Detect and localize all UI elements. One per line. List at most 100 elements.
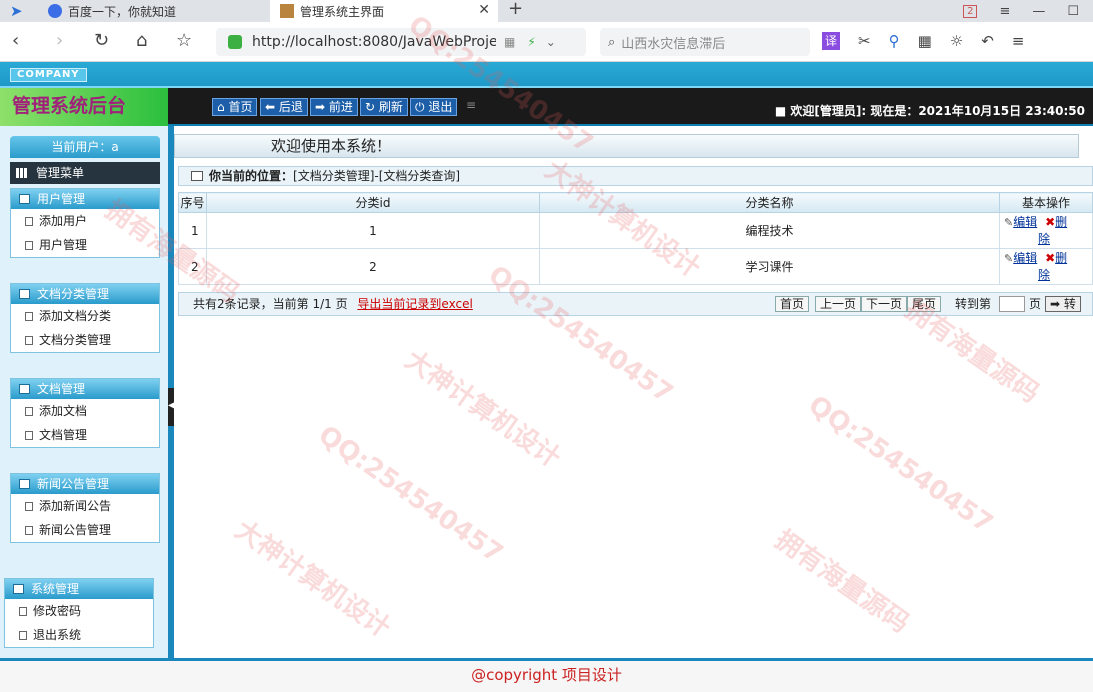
sidebar-item-label: 添加文档 [39,404,88,418]
edit-icon: ✎ [1004,252,1014,265]
bookmark-star-icon[interactable]: ☆ [176,31,192,51]
maximize-icon[interactable]: ☐ [1067,4,1079,19]
welcome-banner: 欢迎使用本系统！ [174,134,1079,158]
brightness-icon[interactable]: ☼ [950,32,963,50]
book-icon [19,479,30,489]
qr-code-icon[interactable]: ▦ [504,35,515,49]
tab-baidu[interactable]: 百度一下，你就知道 [48,0,268,22]
goto-label: 转到第 [955,297,992,311]
last-page-button[interactable]: 尾页 [907,296,942,312]
minimize-icon[interactable]: — [1032,4,1045,19]
separator-icon: ≡ [466,98,477,112]
column-header-index: 序号 [178,192,207,213]
menu-group-news: 新闻公告管理 添加新闻公告 新闻公告管理 [10,473,160,543]
welcome-text: ■ 欢迎[管理员]: 现在是：2021年10月15日 23:40:50 [774,104,1085,118]
window-controls: 2 ≡ — ☐ [963,0,1093,22]
sidebar-item-exit-system[interactable]: 退出系统 [5,623,153,647]
sidebar-item-user-management[interactable]: 用户管理 [11,233,159,257]
copyright-text: @copyright 项目设计 [471,666,622,684]
edit-link[interactable]: 编辑 [1013,215,1037,229]
url-text: http://localhost:8080/JavaWebProje [252,34,496,50]
edit-link[interactable]: 编辑 [1013,251,1037,265]
export-excel-link[interactable]: 导出当前记录到excel [357,297,472,311]
sidebar-item-label: 文档管理 [39,428,88,442]
reload-icon[interactable]: ↻ [94,31,109,51]
undo-icon[interactable]: ↶ [981,32,994,50]
back-icon[interactable]: ‹ [12,31,19,51]
chevron-down-icon[interactable]: ⌄ [546,35,556,49]
delete-link[interactable]: 删 [1055,251,1067,265]
forward-icon[interactable]: › [56,31,63,51]
table-row: 2 2 学习课件 ✎编辑 ✖删 除 [178,248,1093,285]
prev-page-button[interactable]: 上一页 [815,296,862,312]
menu-icon[interactable]: ≡ [1012,32,1025,50]
sidebar-item-news-management[interactable]: 新闻公告管理 [11,518,159,542]
back-button[interactable]: ⬅ 后退 [260,98,308,116]
close-tab-icon[interactable]: ✕ [478,2,490,18]
menu-group-title: 用户管理 [37,192,86,206]
menu-icon[interactable]: ≡ [999,4,1010,19]
book-icon [13,584,24,594]
sidebar-item-label: 退出系统 [33,628,82,642]
delete-link-wrap[interactable]: 除 [1038,268,1050,282]
menu-title: 管理菜单 [36,166,85,180]
lightning-icon[interactable]: ⚡ [527,35,535,49]
search-input[interactable]: ⌕ 山西水灾信息滞后 [600,28,810,56]
search-tool-icon[interactable]: ⚲ [889,32,900,50]
page-icon [25,526,33,535]
tab-count-badge[interactable]: 2 [963,4,978,18]
sidebar-item-doc-category-management[interactable]: 文档分类管理 [11,328,159,352]
cell-id: 1 [206,212,540,249]
translate-icon[interactable]: 译 [822,32,841,50]
menu-group-header[interactable]: 文档管理 [11,379,159,399]
tab-admin[interactable]: 管理系统主界面 ✕ [270,0,498,22]
new-tab-icon[interactable]: + [508,0,523,19]
go-button[interactable]: ➡ 转 [1045,296,1081,312]
current-user-bar: 当前用户：a [10,136,160,158]
sidebar-item-document-management[interactable]: 文档管理 [11,423,159,447]
tab-title: 管理系统主界面 [300,4,385,19]
menu-group-doc-category: 文档分类管理 添加文档分类 文档分类管理 [10,283,160,353]
page-suffix: 页 [1029,297,1042,311]
menu-group-users: 用户管理 添加用户 用户管理 [10,188,160,258]
menu-header: 管理菜单 [10,162,160,184]
home-button[interactable]: ⌂ 首页 [212,98,258,116]
delete-link[interactable]: 删 [1055,215,1067,229]
apps-grid-icon[interactable]: ▦ [918,32,932,50]
menu-group-header[interactable]: 用户管理 [11,189,159,209]
sidebar-item-add-news[interactable]: 添加新闻公告 [11,494,159,518]
next-page-button[interactable]: 下一页 [861,296,908,312]
logout-button[interactable]: ⏻ 退出 [410,98,458,116]
column-header-id: 分类id [206,192,540,213]
scissors-icon[interactable]: ✂ [858,32,871,50]
cell-index: 1 [178,212,207,249]
page-icon [25,502,33,511]
cell-id: 2 [206,248,540,285]
menu-group-system: 系统管理 修改密码 退出系统 [4,578,154,648]
refresh-button[interactable]: ↻ 刷新 [360,98,408,116]
sidebar-item-add-document[interactable]: 添加文档 [11,399,159,423]
forward-button[interactable]: ➡ 前进 [310,98,358,116]
sidebar-item-label: 添加新闻公告 [39,499,112,513]
home-icon[interactable]: ⌂ [136,31,147,51]
baidu-favicon-icon [48,4,62,18]
pager-summary: 共有2条记录，当前第 1/1 页 [193,297,348,311]
sidebar-item-add-doc-category[interactable]: 添加文档分类 [11,304,159,328]
sidebar-item-label: 用户管理 [39,238,88,252]
page-icon [25,217,33,226]
menu-group-header[interactable]: 系统管理 [5,579,153,599]
browser-logo-icon: ➤ [10,2,23,20]
tab-title: 百度一下，你就知道 [68,4,177,19]
sidebar-item-change-password[interactable]: 修改密码 [5,599,153,623]
menu-group-header[interactable]: 文档分类管理 [11,284,159,304]
first-page-button[interactable]: 首页 [775,296,810,312]
pager: 共有2条记录，当前第 1/1 页 导出当前记录到excel 首页 上一页 下一页… [178,292,1093,316]
page-number-input[interactable] [999,296,1025,312]
cell-actions: ✎编辑 ✖删 除 [999,212,1093,249]
sidebar-item-add-user[interactable]: 添加用户 [11,209,159,233]
search-placeholder: 山西水灾信息滞后 [621,36,726,52]
delete-link-wrap[interactable]: 除 [1038,232,1050,246]
address-bar[interactable]: http://localhost:8080/JavaWebProje ▦ ⚡ ⌄ [216,28,586,56]
menu-group-header[interactable]: 新闻公告管理 [11,474,159,494]
page-icon [25,336,33,345]
